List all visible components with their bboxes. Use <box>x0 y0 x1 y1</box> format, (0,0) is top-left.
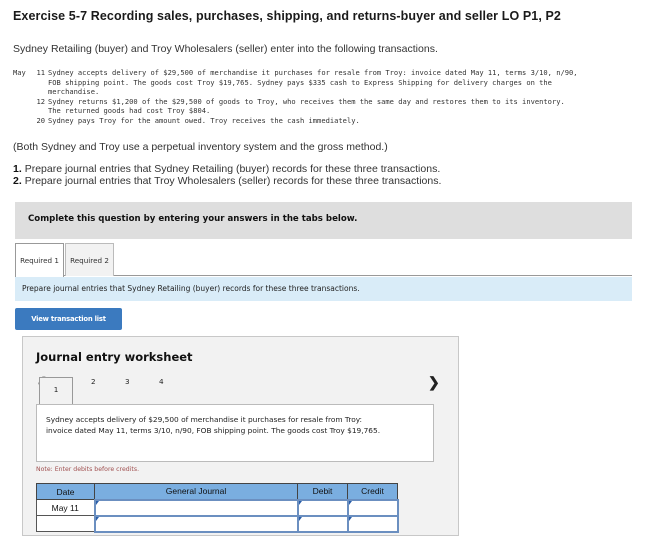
credit-input[interactable] <box>346 514 399 533</box>
method-note: (Both Sydney and Troy use a perpetual in… <box>13 141 388 153</box>
transaction-text: Sydney pays Troy for the amount owed. Tr… <box>48 116 658 126</box>
transaction-line: Sydney returns $1,200 of the $29,500 of … <box>48 96 565 106</box>
requirement-number: 1. <box>13 163 22 175</box>
transaction-month <box>13 116 31 126</box>
date-cell: May 11 <box>36 499 95 516</box>
view-transaction-list-button[interactable]: View transaction list <box>15 308 122 330</box>
requirement-text: Prepare journal entries that Sydney Reta… <box>24 163 441 175</box>
debits-credits-note: Note: Enter debits before credits. <box>36 466 140 473</box>
account-input[interactable] <box>93 514 299 533</box>
requirement-text: Prepare journal entries that Troy Wholes… <box>24 175 442 187</box>
transaction-text: Sydney returns $1,200 of the $29,500 of … <box>48 97 658 116</box>
intro-text: Sydney Retailing (buyer) and Troy Wholes… <box>13 43 438 55</box>
worksheet-title: Journal entry worksheet <box>36 350 193 364</box>
tab-required-2[interactable]: Required 2 <box>65 243 114 276</box>
transaction-line: The returned goods had cost Troy $804. <box>48 106 211 115</box>
transaction-description-box: Sydney accepts delivery of $29,500 of me… <box>36 404 434 462</box>
transaction-item: May 11 Sydney accepts delivery of $29,50… <box>13 68 658 97</box>
table-row: May 11 <box>36 498 399 517</box>
requirement-tabs: Required 1 Required 2 <box>15 243 632 277</box>
question-instruction-bar: Complete this question by entering your … <box>15 202 632 239</box>
debit-input[interactable] <box>296 514 349 533</box>
transaction-line: FOB shipping point. The goods cost Troy … <box>48 77 552 87</box>
worksheet-step-3[interactable]: 3 <box>125 377 130 386</box>
requirements-list: 1. Prepare journal entries that Sydney R… <box>0 163 442 187</box>
journal-table: Date General Journal Debit Credit May 11 <box>36 483 399 533</box>
worksheet-step-4[interactable]: 4 <box>159 377 164 386</box>
transaction-line: merchandise. <box>48 87 100 96</box>
transaction-item: 20 Sydney pays Troy for the amount owed.… <box>13 116 658 126</box>
worksheet-step-1[interactable]: 1 <box>39 377 73 404</box>
transaction-line: Sydney pays Troy for the amount owed. Tr… <box>48 115 360 125</box>
requirement-item: 1. Prepare journal entries that Sydney R… <box>0 163 441 175</box>
transactions-list: May 11 Sydney accepts delivery of $29,50… <box>13 68 658 125</box>
required-description-bar: Prepare journal entries that Sydney Reta… <box>15 277 632 301</box>
transaction-description: Sydney accepts delivery of $29,500 of me… <box>46 415 381 435</box>
requirement-number: 2. <box>13 175 22 187</box>
question-instruction: Complete this question by entering your … <box>28 214 358 224</box>
transaction-line: Sydney accepts delivery of $29,500 of me… <box>48 68 578 77</box>
tab-required-1[interactable]: Required 1 <box>15 243 64 277</box>
chevron-right-icon[interactable]: ❯ <box>428 374 440 391</box>
account-input[interactable] <box>93 498 299 517</box>
header-date: Date <box>36 483 95 500</box>
transaction-month: May <box>13 68 26 77</box>
transaction-day: 12 <box>36 96 45 106</box>
transaction-month <box>13 97 31 116</box>
header-credit: Credit <box>347 483 398 500</box>
transaction-text: Sydney accepts delivery of $29,500 of me… <box>48 68 658 97</box>
requirement-item: 2. Prepare journal entries that Troy Who… <box>0 175 442 187</box>
exercise-title: Exercise 5-7 Recording sales, purchases,… <box>13 9 561 23</box>
worksheet-step-2[interactable]: 2 <box>91 377 96 386</box>
journal-entry-worksheet: Journal entry worksheet ❮ 1 2 3 4 ❯ Sydn… <box>22 336 459 536</box>
credit-input[interactable] <box>346 498 399 517</box>
required-description: Prepare journal entries that Sydney Reta… <box>22 284 360 293</box>
table-row <box>36 514 399 533</box>
transaction-day: 11 <box>36 68 45 77</box>
date-cell <box>36 515 95 532</box>
transaction-item: 12 Sydney returns $1,200 of the $29,500 … <box>13 97 658 116</box>
transaction-day: 20 <box>36 115 45 125</box>
header-general-journal: General Journal <box>94 483 298 500</box>
debit-input[interactable] <box>296 498 349 517</box>
header-debit: Debit <box>297 483 348 500</box>
